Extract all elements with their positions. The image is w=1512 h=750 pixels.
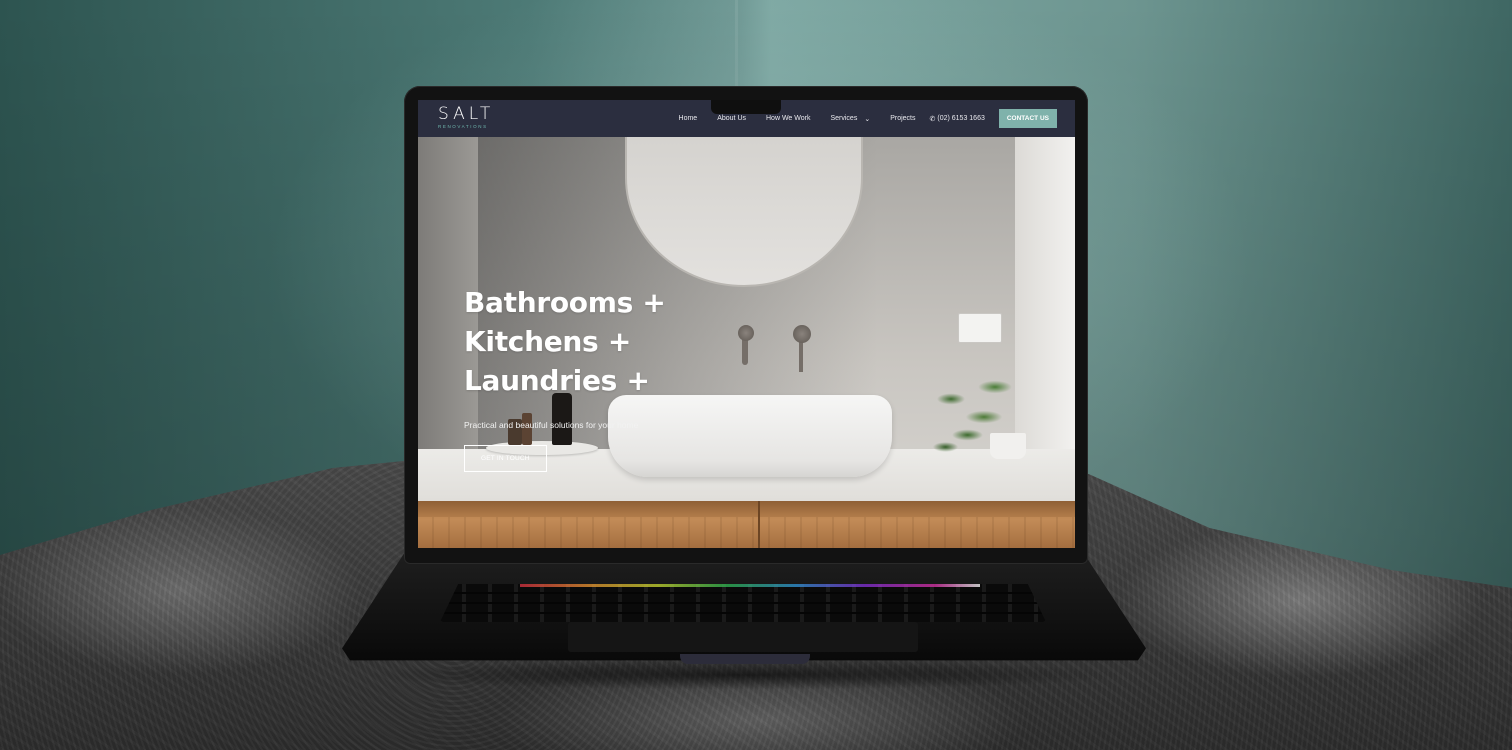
hero-mirror bbox=[625, 137, 863, 287]
hero-title-line: Kitchens + bbox=[464, 325, 632, 358]
chevron-down-icon: ⌄ bbox=[864, 115, 871, 123]
logo-tagline: RENOVATIONS bbox=[438, 124, 488, 129]
hero-content: Bathrooms + Kitchens + Laundries + Pract… bbox=[464, 283, 666, 472]
hero-title-line: Laundries + bbox=[464, 364, 650, 397]
contact-us-button[interactable]: CONTACT US bbox=[998, 109, 1057, 128]
hero-title-line: Bathrooms + bbox=[464, 286, 666, 319]
nav-how-we-work[interactable]: How We Work bbox=[766, 115, 810, 122]
hero-vanity-split bbox=[758, 501, 760, 548]
hero-power-outlet bbox=[958, 313, 1002, 343]
nav-projects[interactable]: Projects bbox=[890, 115, 915, 122]
hero-vanity-edge bbox=[418, 501, 1075, 517]
hero-plant-pot bbox=[990, 433, 1026, 459]
laptop-shadow bbox=[360, 660, 1130, 690]
keyboard-backlight bbox=[520, 584, 980, 587]
nav-services-label: Services bbox=[830, 115, 858, 122]
camera-notch bbox=[711, 100, 781, 114]
laptop-trackpad bbox=[568, 622, 918, 652]
phone-icon: ✆ bbox=[929, 115, 936, 123]
hero-tap-spout bbox=[742, 337, 748, 365]
laptop-screen: SALT RENOVATIONS Home About Us How We Wo… bbox=[418, 100, 1075, 548]
phone-number: (02) 6153 1663 bbox=[937, 115, 985, 122]
hero-title: Bathrooms + Kitchens + Laundries + bbox=[464, 283, 666, 400]
hero-tap bbox=[738, 325, 754, 341]
site-logo[interactable]: SALT RENOVATIONS bbox=[438, 106, 494, 130]
logo-wordmark: SALT bbox=[438, 104, 495, 124]
nav-services[interactable]: Services ⌄ bbox=[830, 115, 870, 123]
laptop-keyboard bbox=[440, 584, 1046, 622]
hero-subtitle: Practical and beautiful solutions for yo… bbox=[464, 420, 639, 430]
hero-tap-mixer bbox=[793, 325, 811, 343]
get-in-touch-button[interactable]: GET IN TOUCH bbox=[464, 445, 547, 472]
hero-section: Bathrooms + Kitchens + Laundries + Pract… bbox=[418, 137, 1075, 548]
laptop-hinge bbox=[680, 654, 810, 664]
nav-phone[interactable]: ✆ (02) 6153 1663 bbox=[930, 115, 985, 123]
nav-home[interactable]: Home bbox=[679, 115, 698, 122]
nav-about-us[interactable]: About Us bbox=[717, 115, 746, 122]
